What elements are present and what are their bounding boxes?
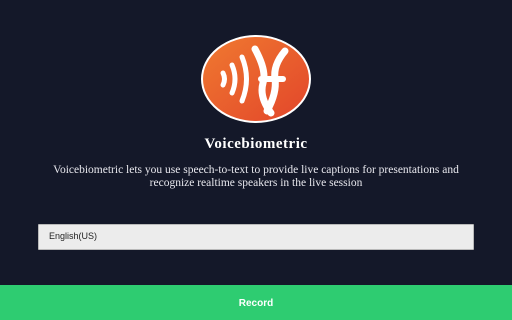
record-button[interactable]: Record bbox=[0, 285, 512, 320]
language-selected-value: English(US) bbox=[49, 231, 98, 241]
language-select[interactable]: English(US) bbox=[38, 224, 474, 250]
voicebiometric-app: Voicebiometric Voicebiometric lets you u… bbox=[0, 0, 512, 320]
app-title: Voicebiometric bbox=[204, 136, 308, 152]
app-description: Voicebiometric lets you use speech-to-te… bbox=[53, 164, 459, 189]
voice-wave-logo-icon bbox=[201, 35, 311, 123]
